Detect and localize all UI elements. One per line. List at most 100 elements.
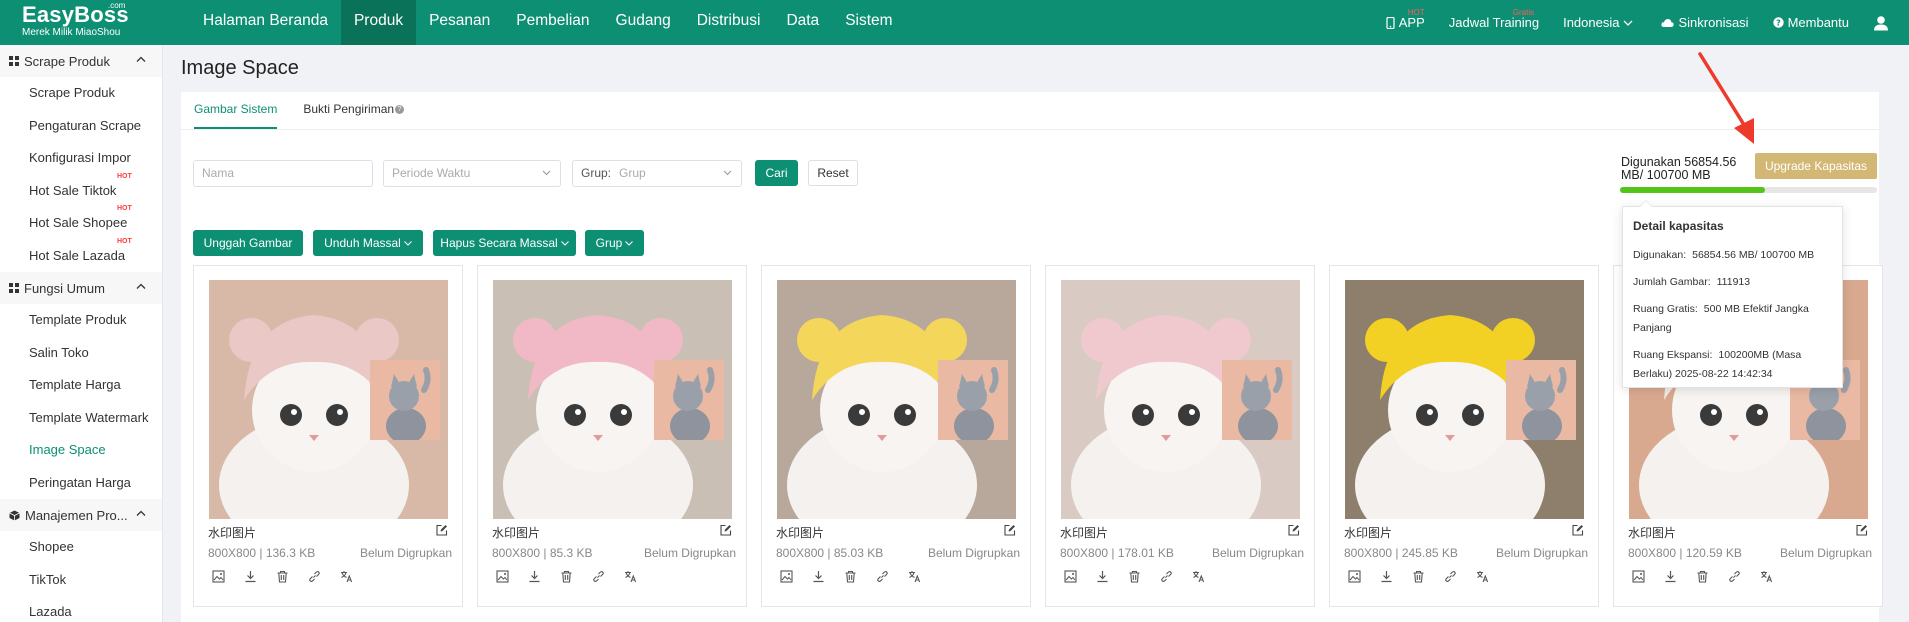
sidebar-item-2-0[interactable]: Shopee [0, 531, 162, 564]
image-card[interactable]: 水印图片 800X800 | 136.3 KB Belum Digrupkan [193, 265, 463, 607]
trash-icon[interactable] [1128, 570, 1145, 587]
translate-icon[interactable] [908, 570, 925, 587]
download-icon[interactable] [812, 570, 829, 587]
trash-icon[interactable] [1696, 570, 1713, 587]
image-icon[interactable] [1348, 570, 1365, 587]
upgrade-capacity-button[interactable]: Upgrade Kapasitas [1755, 153, 1877, 179]
nav-item-1[interactable]: Produk [340, 0, 417, 45]
translate-icon[interactable] [1760, 570, 1777, 587]
period-select[interactable]: Periode Waktu [383, 160, 561, 187]
sidebar-item-0-4[interactable]: Hot Sale Shopee HOT [0, 205, 162, 240]
edit-icon[interactable] [1288, 524, 1300, 536]
help-link[interactable]: ? Membantu [1772, 15, 1849, 30]
image-thumbnail[interactable] [777, 280, 1016, 519]
image-icon[interactable] [496, 570, 513, 587]
edit-icon[interactable] [1004, 524, 1016, 536]
trash-icon[interactable] [276, 570, 293, 587]
download-icon[interactable] [244, 570, 261, 587]
trash-icon[interactable] [844, 570, 861, 587]
sidebar-item-0-5[interactable]: Hot Sale Lazada HOT [0, 238, 162, 273]
image-thumbnail[interactable] [1061, 280, 1300, 519]
download-icon[interactable] [1380, 570, 1397, 587]
nav-item-5[interactable]: Distribusi [684, 0, 774, 45]
nav-item-4[interactable]: Gudang [603, 0, 684, 45]
trash-icon[interactable] [1412, 570, 1429, 587]
image-icon[interactable] [212, 570, 229, 587]
sidebar-item-0-0[interactable]: Scrape Produk [0, 77, 162, 110]
trash-icon[interactable] [560, 570, 577, 587]
image-card[interactable]: 水印图片 800X800 | 178.01 KB Belum Digrupkan [1045, 265, 1315, 607]
link-icon[interactable] [1728, 570, 1745, 587]
image-icon[interactable] [780, 570, 797, 587]
translate-icon[interactable] [1476, 570, 1493, 587]
translate-icon[interactable] [1192, 570, 1209, 587]
sidebar-group-1[interactable]: Fungsi Umum [0, 272, 162, 304]
sidebar-item-2-2[interactable]: Lazada [0, 596, 162, 622]
group-button[interactable]: Grup [585, 230, 644, 256]
nav-item-0[interactable]: Halaman Beranda [190, 0, 341, 45]
nav-item-2[interactable]: Pesanan [416, 0, 503, 45]
sidebar-item-1-1[interactable]: Salin Toko [0, 337, 162, 370]
group-select[interactable]: Grup: Grup [572, 160, 742, 187]
language-select[interactable]: Indonesia [1563, 15, 1637, 30]
sidebar-item-1-0[interactable]: Template Produk [0, 304, 162, 337]
bulk-download-button[interactable]: Unduh Massal [313, 230, 423, 256]
link-icon[interactable] [308, 570, 325, 587]
upload-image-button[interactable]: Unggah Gambar [193, 230, 303, 256]
download-icon[interactable] [1664, 570, 1681, 587]
brand-logo[interactable]: EasyBoss .com Merek Milik MiaoShou [0, 0, 163, 45]
sidebar-item-label: TikTok [29, 571, 67, 587]
popover-used-key: Digunakan: [1633, 249, 1687, 261]
sidebar-item-2-1[interactable]: TikTok [0, 564, 162, 597]
image-icon[interactable] [1064, 570, 1081, 587]
popover-free-row: Ruang Gratis: 500 MB Efektif Jangka Panja… [1633, 300, 1832, 338]
sidebar-item-0-3[interactable]: Hot Sale Tiktok HOT [0, 173, 162, 208]
translate-icon[interactable] [624, 570, 641, 587]
sidebar-group-0[interactable]: Scrape Produk [0, 45, 162, 77]
tab-delivery-proof[interactable]: Bukti Pengiriman? [290, 92, 417, 130]
name-input[interactable]: Nama [193, 160, 373, 187]
translate-icon[interactable] [340, 570, 357, 587]
image-thumbnail[interactable] [209, 280, 448, 519]
reset-button[interactable]: Reset [808, 160, 858, 186]
edit-icon[interactable] [1572, 524, 1584, 536]
image-thumbnail[interactable] [1345, 280, 1584, 519]
bulk-delete-button[interactable]: Hapus Secara Massal [433, 230, 576, 256]
edit-icon[interactable] [436, 524, 448, 536]
user-avatar[interactable] [1873, 15, 1893, 31]
sidebar-item-1-5[interactable]: Peringatan Harga [0, 467, 162, 500]
tab-system-images[interactable]: Gambar Sistem [181, 92, 290, 130]
sidebar-item-0-2[interactable]: Konfigurasi Impor [0, 142, 162, 175]
sidebar-item-1-3[interactable]: Template Watermark [0, 402, 162, 435]
app-link[interactable]: APP HOT [1386, 8, 1425, 30]
link-icon[interactable] [592, 570, 609, 587]
link-icon[interactable] [1444, 570, 1461, 587]
chevron-down-icon [1624, 20, 1633, 26]
sidebar-item-label: Scrape Produk [29, 85, 115, 100]
image-thumbnail[interactable] [493, 280, 732, 519]
image-card[interactable]: 水印图片 800X800 | 85.3 KB Belum Digrupkan [477, 265, 747, 607]
training-link[interactable]: Jadwal Training Gratis [1449, 8, 1539, 30]
image-card[interactable]: 水印图片 800X800 | 245.85 KB Belum Digrupkan [1329, 265, 1599, 607]
image-card[interactable]: 水印图片 800X800 | 85.03 KB Belum Digrupkan [761, 265, 1031, 607]
edit-icon[interactable] [720, 524, 732, 536]
link-icon[interactable] [876, 570, 893, 587]
sidebar-item-0-1[interactable]: Pengaturan Scrape [0, 110, 162, 143]
nav-item-7[interactable]: Sistem [832, 0, 905, 45]
image-icon[interactable] [1632, 570, 1649, 587]
link-icon[interactable] [1160, 570, 1177, 587]
watermark-image [654, 360, 724, 440]
nav-item-6[interactable]: Data [773, 0, 832, 45]
capacity-progress-bar[interactable] [1620, 187, 1877, 193]
edit-icon[interactable] [1856, 524, 1868, 536]
sidebar-item-1-4[interactable]: Image Space [0, 434, 162, 467]
sidebar-item-1-2[interactable]: Template Harga [0, 369, 162, 402]
download-icon[interactable] [1096, 570, 1113, 587]
sidebar-group-2[interactable]: Manajemen Pro... [0, 499, 162, 531]
search-button[interactable]: Cari [755, 160, 798, 186]
question-icon[interactable]: ? [395, 105, 405, 115]
nav-item-3[interactable]: Pembelian [503, 0, 602, 45]
chevron-up-icon [136, 510, 146, 516]
sync-link[interactable]: Sinkronisasi [1661, 15, 1749, 30]
download-icon[interactable] [528, 570, 545, 587]
